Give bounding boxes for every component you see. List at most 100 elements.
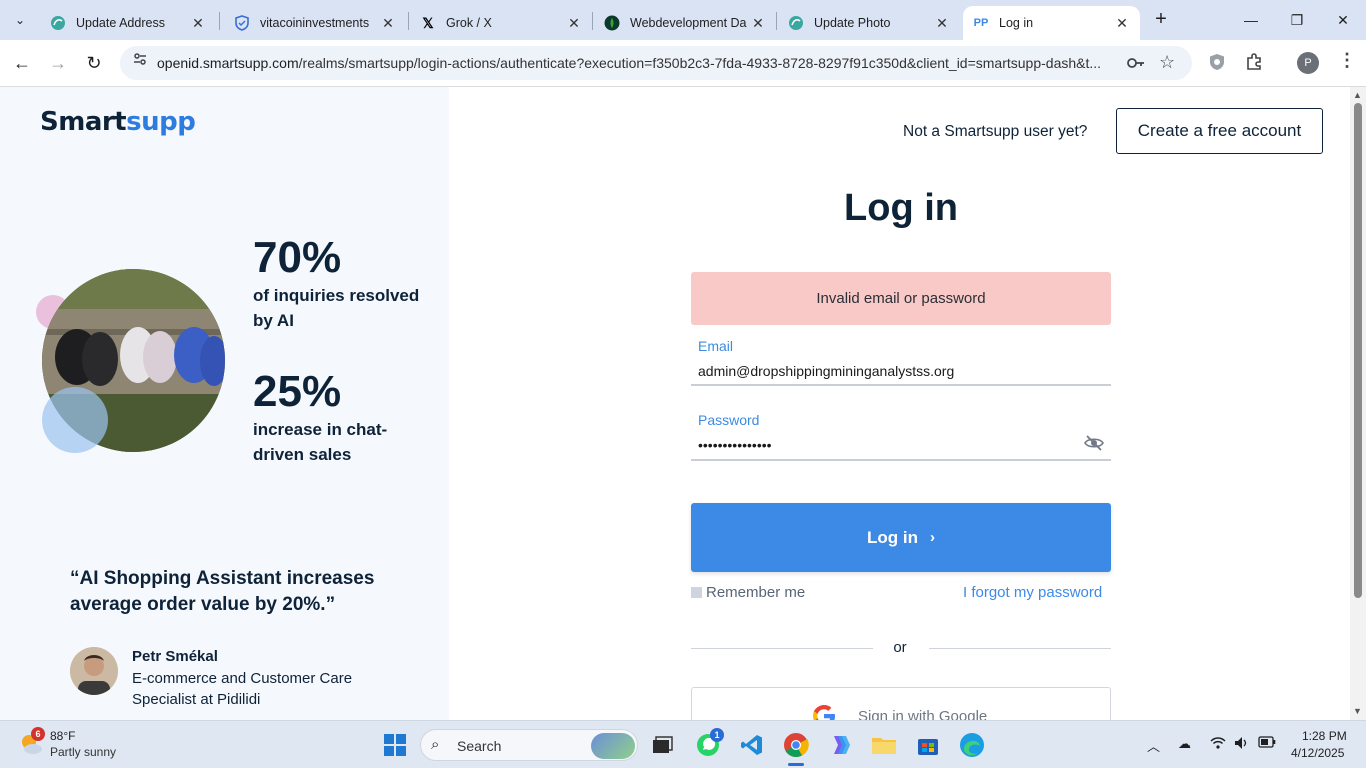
tab-title: Grok / X [446, 16, 492, 30]
tab-separator [408, 12, 409, 30]
minimize-icon[interactable]: — [1236, 8, 1266, 32]
clock-time[interactable]: 1:28 PM [1302, 729, 1347, 743]
restore-window-icon[interactable]: ❐ [1282, 8, 1312, 32]
browser-menu-kebab-icon[interactable]: ⋮ [1338, 50, 1356, 71]
copilot-icon[interactable] [826, 731, 854, 759]
tab-close-icon[interactable]: ✕ [934, 15, 950, 32]
hide-password-eye-icon[interactable] [1084, 435, 1104, 451]
leaf-favicon-icon [50, 15, 66, 31]
checkbox-icon[interactable] [691, 587, 702, 598]
logo-part-2: supp [126, 107, 196, 137]
taskbar-search-box[interactable]: ⌕ Search [420, 729, 638, 761]
address-bar[interactable]: openid.smartsupp.com/realms/smartsupp/lo… [120, 46, 1192, 80]
create-account-button[interactable]: Create a free account [1116, 108, 1323, 154]
shield-favicon-icon [234, 15, 250, 31]
stat-1-label: of inquiries resolved by AI [253, 286, 420, 330]
error-alert: Invalid email or password [691, 272, 1111, 325]
email-underline [691, 384, 1111, 386]
tab-close-icon[interactable]: ✕ [1114, 15, 1130, 32]
battery-icon[interactable] [1258, 736, 1276, 751]
file-explorer-icon[interactable] [870, 731, 898, 759]
password-key-icon[interactable] [1126, 54, 1146, 76]
url-path: /realms/smartsupp/login-actions/authenti… [298, 55, 1102, 71]
extensions-puzzle-icon[interactable] [1245, 53, 1263, 75]
wifi-icon[interactable] [1210, 736, 1226, 753]
show-hidden-icons-chevron-icon[interactable]: ︿ [1147, 736, 1160, 755]
tab-update-photo[interactable]: Update Photo ✕ [778, 6, 960, 40]
testimonial-name: Petr Smékal [132, 648, 218, 665]
marketing-panel: Smartsupp 70% of inquiries resolved by A… [0, 87, 449, 720]
windows-start-icon[interactable] [381, 731, 409, 759]
windows-taskbar: 6 88°F Partly sunny ⌕ Search 1 ︿ ☁ 1:28 … [0, 720, 1366, 768]
microsoft-store-icon[interactable] [914, 731, 942, 759]
google-logo-icon [810, 702, 838, 720]
volume-icon[interactable] [1234, 736, 1250, 753]
back-arrow-icon[interactable]: ← [9, 50, 35, 76]
tab-webdevelopment[interactable]: Webdevelopment Da ✕ [594, 6, 776, 40]
browser-toolbar: ← → ↻ openid.smartsupp.com/realms/smarts… [0, 40, 1366, 87]
weather-temperature[interactable]: 88°F [50, 729, 75, 743]
tab-close-icon[interactable]: ✕ [566, 15, 582, 32]
search-highlight-image [591, 733, 635, 759]
page-content: Smartsupp 70% of inquiries resolved by A… [0, 87, 1350, 720]
weather-condition[interactable]: Partly sunny [50, 745, 116, 759]
tab-separator [219, 12, 220, 30]
forgot-password-link[interactable]: I forgot my password [963, 584, 1102, 601]
remember-me-checkbox[interactable]: Remember me [691, 584, 805, 601]
google-sign-in-button[interactable]: Sign in with Google [691, 687, 1111, 720]
chevron-right-icon: › [929, 529, 935, 546]
tab-search-dropdown-icon[interactable]: ⌄ [8, 8, 32, 32]
taskbar-search-label: Search [457, 738, 502, 754]
email-field[interactable]: admin@dropshippingmininganalystss.org [698, 363, 954, 379]
decorative-blue-circle [42, 387, 108, 453]
tab-vitacoininvestments[interactable]: vitacoininvestments ✕ [224, 6, 406, 40]
tab-title: Log in [999, 16, 1034, 30]
divider-left [691, 648, 873, 649]
page-scrollbar[interactable]: ▲ ▼ [1350, 87, 1366, 720]
close-window-icon[interactable]: ✕ [1328, 8, 1358, 32]
smartsupp-favicon-icon: PP [973, 17, 989, 29]
vscode-icon[interactable] [738, 731, 766, 759]
stat-2-label: increase in chat-driven sales [253, 420, 388, 464]
site-info-tune-icon[interactable] [128, 51, 152, 75]
search-icon: ⌕ [431, 736, 440, 753]
tab-title: Update Address [76, 16, 165, 30]
scroll-down-arrow-icon[interactable]: ▼ [1353, 706, 1362, 716]
clock-date[interactable]: 4/12/2025 [1291, 746, 1344, 760]
edge-icon[interactable] [958, 731, 986, 759]
logo-part-1: Smart [40, 107, 127, 137]
forward-arrow-icon[interactable]: → [45, 50, 71, 76]
tab-update-address[interactable]: Update Address ✕ [40, 6, 216, 40]
email-label: Email [698, 338, 734, 354]
chrome-active-indicator [788, 763, 804, 766]
testimonial-role: E-commerce and Customer Care Specialist … [132, 670, 353, 708]
tab-grok[interactable]: 𝕏 Grok / X ✕ [410, 6, 592, 40]
onedrive-cloud-icon[interactable]: ☁ [1178, 736, 1191, 752]
reload-icon[interactable]: ↻ [81, 50, 107, 76]
scrollbar-thumb[interactable] [1354, 103, 1362, 598]
task-view-icon[interactable] [648, 731, 676, 759]
tab-close-icon[interactable]: ✕ [750, 15, 766, 32]
tab-log-in[interactable]: PP Log in ✕ [963, 6, 1140, 40]
weather-notification-badge: 6 [31, 727, 45, 741]
smartsupp-logo[interactable]: Smartsupp [40, 107, 196, 137]
login-button-label: Log in [867, 527, 918, 547]
chrome-icon[interactable] [782, 731, 810, 759]
password-field[interactable]: ••••••••••••••• [698, 437, 772, 453]
tab-close-icon[interactable]: ✕ [190, 15, 206, 32]
scroll-up-arrow-icon[interactable]: ▲ [1353, 90, 1362, 100]
login-button[interactable]: Log in › [691, 503, 1111, 572]
or-divider-text: or [893, 639, 907, 656]
not-a-user-text: Not a Smartsupp user yet? [903, 123, 1088, 140]
tab-separator [776, 12, 777, 30]
tab-close-icon[interactable]: ✕ [380, 15, 396, 32]
bookmark-star-icon[interactable]: ☆ [1159, 52, 1175, 73]
new-tab-plus-icon[interactable]: + [1150, 8, 1172, 32]
divider-right [929, 648, 1111, 649]
tab-separator [592, 12, 593, 30]
password-underline [691, 459, 1111, 461]
profile-avatar[interactable]: P [1297, 52, 1319, 74]
shield-extension-icon[interactable] [1209, 53, 1225, 75]
tab-title: vitacoininvestments [260, 16, 370, 30]
url-text[interactable]: openid.smartsupp.com/realms/smartsupp/lo… [157, 55, 1117, 71]
